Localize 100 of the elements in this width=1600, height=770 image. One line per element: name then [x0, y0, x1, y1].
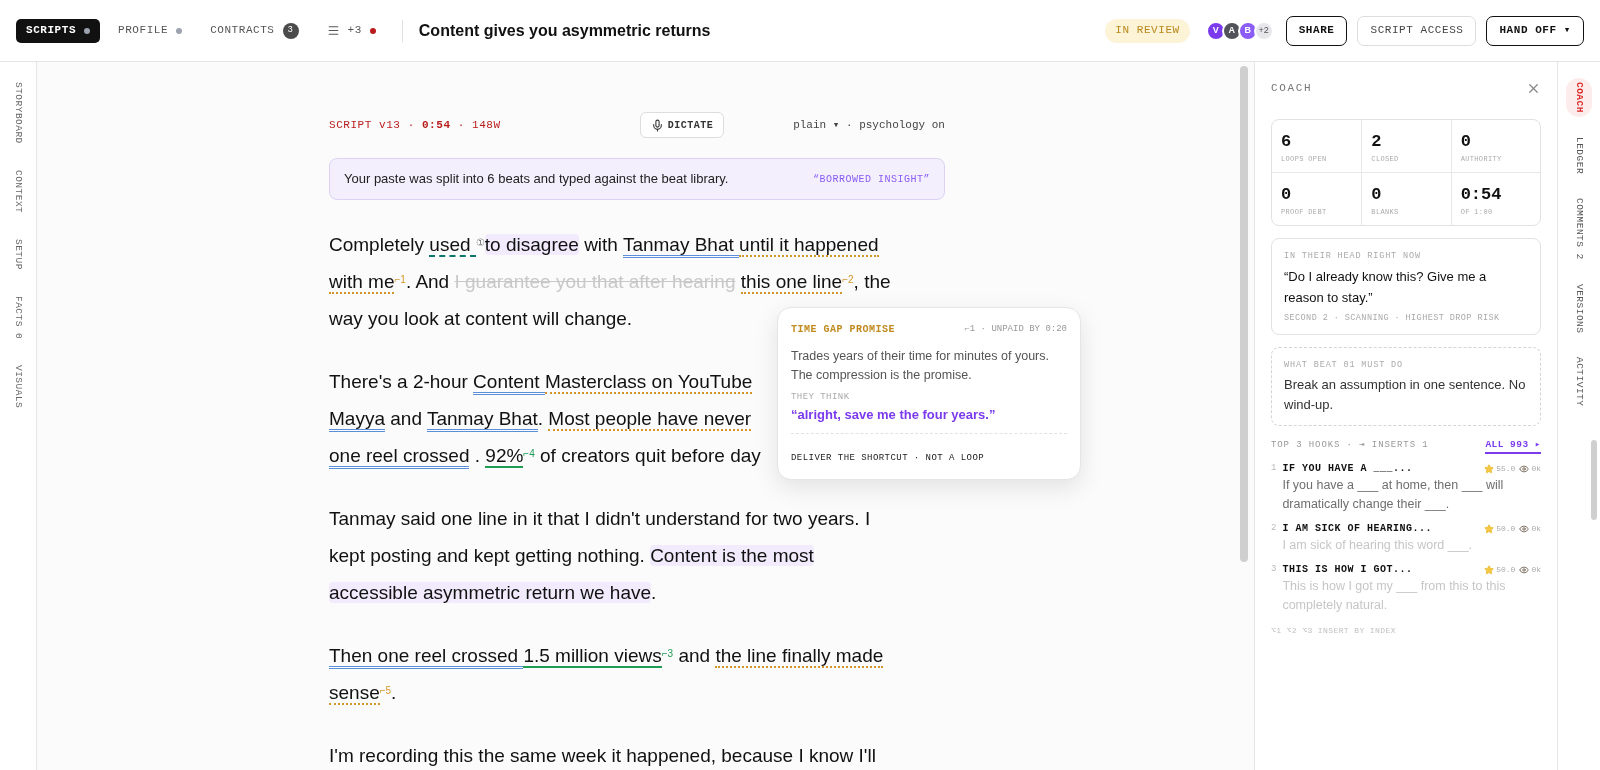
script-text: . And: [405, 271, 451, 292]
tab-label: SCRIPTS: [26, 23, 77, 39]
eye-icon: [1519, 564, 1530, 575]
tab-label: CONTRACTS: [210, 23, 275, 39]
tooltip-quote: “alright, save me the four years.”: [791, 405, 997, 424]
eye-icon: [1519, 463, 1530, 474]
claim-phrase: the line finally made: [715, 645, 884, 668]
highlighted-phrase: accessible asymmetric return we have: [329, 582, 652, 603]
hook-score: 50.0: [1496, 563, 1516, 576]
tooltip-footer: DELIVER THE SHORTCUT · NOT A LOOP: [791, 453, 985, 463]
beat-marker: ⌐3: [661, 648, 674, 659]
entity-mention: one reel crossed: [329, 445, 470, 469]
nav-tab[interactable]: CONTRACTS 3: [200, 18, 309, 43]
stat-value: 6: [1281, 130, 1293, 153]
tooltip-label: THEY THINK: [791, 391, 851, 404]
tab-label: PROFILE: [118, 23, 169, 39]
hook-text[interactable]: If you have a ___ at home, then ___ will dramatically change their ___.: [1282, 476, 1541, 514]
count-badge: 3: [282, 22, 299, 39]
toolbar-button[interactable]: HAND OFF ▾: [1486, 15, 1584, 46]
claim-phrase: with me: [329, 271, 395, 294]
panel-title: COACH: [1271, 81, 1313, 96]
goal-text: Break an assumption in one sentence. No wind-up.: [1284, 375, 1527, 414]
stat-value: 0: [1460, 130, 1472, 153]
claim-phrase: Most people have never: [548, 408, 752, 431]
menu-icon: [326, 24, 340, 37]
entity-mention: Tanmay Bhat: [426, 408, 538, 432]
claim-phrase: until it happened: [739, 234, 879, 257]
toolbar-button[interactable]: SHARE: [1285, 15, 1348, 46]
hedged-word: used: [429, 234, 476, 257]
hook-title: I AM SICK OF HEARING...: [1282, 522, 1432, 536]
status-badge: IN REVIEW: [1105, 18, 1190, 43]
card-meta: SECOND 2 · SCANNING · HIGHEST DROP RISK: [1284, 312, 1501, 325]
hook-score: 50.0: [1496, 522, 1516, 535]
hook-views: 0k: [1531, 522, 1541, 535]
microphone-icon: [650, 118, 664, 132]
rail-tab[interactable]: VISUALS: [10, 365, 26, 409]
all-hooks-link[interactable]: ALL 993 ▸: [1485, 437, 1541, 454]
beat-marker: ⌐5: [379, 685, 392, 696]
stat-value: 0:54: [1460, 183, 1503, 206]
script-text: of creators quit before day: [539, 445, 761, 466]
script-text: , the: [853, 271, 891, 292]
rail-tab[interactable]: VERSIONS: [1565, 279, 1593, 338]
claim-phrase: sense: [329, 682, 380, 705]
hook-index: 1: [1271, 462, 1277, 475]
rail-tab[interactable]: LEDGER: [1565, 132, 1593, 178]
beat-marker: ⌐1: [394, 274, 406, 285]
beat-marker: ⌐4: [523, 448, 535, 459]
hook-title: THIS IS HOW I GOT...: [1282, 563, 1413, 577]
script-text: There's a 2-hour: [329, 371, 469, 392]
mode-setting[interactable]: plain ▾ · psychology on: [793, 116, 945, 134]
avatar: V: [1205, 20, 1226, 41]
hook-score: 55.0: [1496, 462, 1516, 475]
script-text: and: [677, 645, 712, 666]
banner-text: Your paste was split into 6 beats and typed against the beat library.: [344, 170, 729, 189]
rail-tab[interactable]: FACTS 0: [10, 295, 26, 340]
script-title: Content gives you asymmetric returns: [418, 20, 711, 41]
rail-tab[interactable]: COACH: [1565, 78, 1593, 117]
star-icon: [1484, 463, 1495, 474]
hook-index: 3: [1271, 563, 1277, 576]
script-text: .: [391, 682, 397, 703]
script-text: way you look at content will change.: [329, 308, 633, 329]
script-text: .: [651, 582, 657, 603]
card-label: WHAT BEAT 01 MUST DO: [1284, 359, 1405, 372]
tooltip-meta: ⌐1 · UNPAID BY 0:20: [964, 322, 1067, 336]
stat-figure: 92%: [485, 445, 524, 468]
script-text: with: [583, 234, 619, 255]
rail-tab[interactable]: ACTIVITY: [1565, 353, 1593, 411]
claim-phrase: Masterclass on YouTube: [544, 371, 753, 394]
hook-index: 2: [1271, 522, 1277, 535]
rail-tab[interactable]: SETUP: [10, 239, 26, 270]
rail-tab[interactable]: CONTEXT: [10, 169, 26, 213]
nav-tab[interactable]: +3: [316, 18, 386, 43]
tab-label: +3: [347, 23, 362, 39]
nav-tab[interactable]: PROFILE: [108, 18, 193, 43]
script-meta: SCRIPT v13 · 0:54 · 148W: [329, 117, 501, 133]
hooks-header: TOP 3 HOOKS · ⇥ INSERTS 1: [1271, 439, 1429, 453]
avatar-overflow: +2: [1253, 20, 1274, 41]
star-icon: [1484, 523, 1495, 534]
highlighted-phrase: Content is the most: [650, 545, 814, 566]
hook-views: 0k: [1531, 563, 1541, 576]
stat-value: 2: [1371, 130, 1383, 153]
rail-tab[interactable]: COMMENTS 2: [1565, 193, 1593, 264]
beat-marker: ⌐2: [842, 274, 854, 285]
toolbar-button[interactable]: SCRIPT ACCESS: [1357, 15, 1477, 46]
nav-tab[interactable]: SCRIPTS: [16, 18, 101, 43]
highlighted-phrase: to disagree: [484, 234, 579, 255]
stat-value: 0: [1371, 183, 1383, 206]
script-text: .: [537, 408, 545, 429]
entity-mention: Then one reel crossed: [329, 645, 524, 669]
hook-views: 0k: [1531, 462, 1541, 475]
script-text: Tanmay said one line in it that I didn't understand for two years. I: [329, 508, 871, 529]
script-text: Completely: [329, 234, 426, 255]
tooltip-body: Trades years of their time for minutes of yours. The compression is the promise.: [791, 348, 1050, 384]
entity-mention: Content: [473, 371, 545, 395]
dictate-button[interactable]: DICTATE: [639, 112, 725, 138]
rail-tab[interactable]: STORYBOARD: [10, 82, 26, 144]
card-label: IN THEIR HEAD RIGHT NOW: [1284, 249, 1422, 263]
claim-phrase: this one line: [740, 271, 843, 294]
script-text: and: [389, 408, 423, 429]
eye-icon: [1519, 523, 1530, 534]
